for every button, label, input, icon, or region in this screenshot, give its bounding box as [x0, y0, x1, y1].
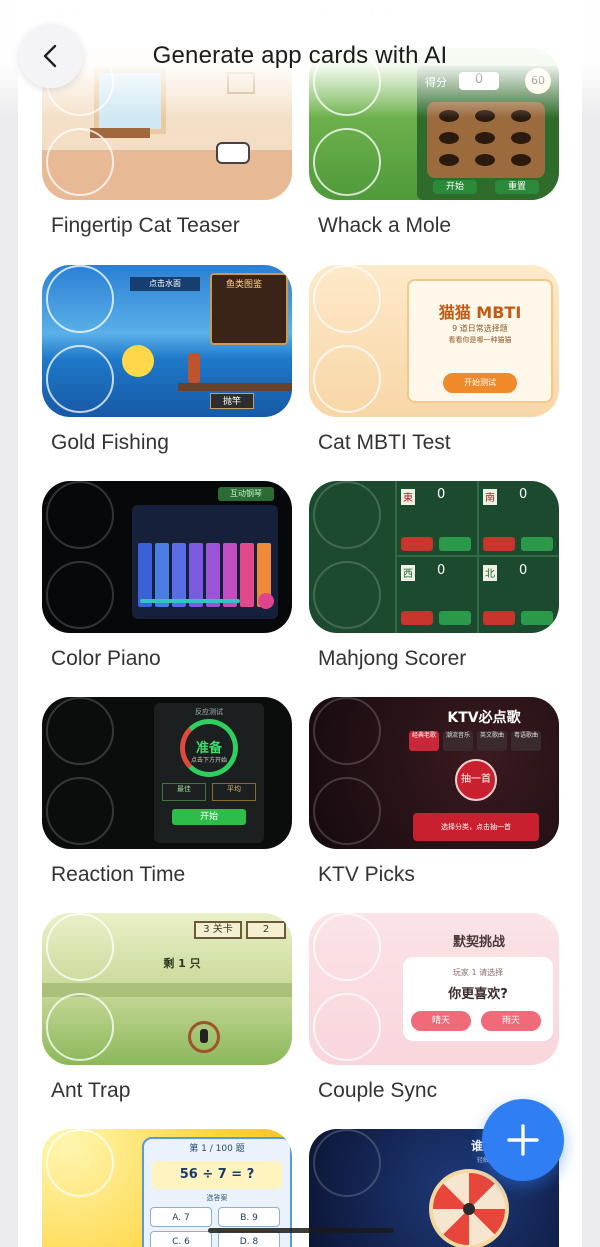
ant-trap-thumbnail: 3 关卡 2 剩 1 只	[42, 913, 292, 1065]
add-app-card-button[interactable]	[482, 1099, 564, 1181]
app-card-couple-sync[interactable]: 默契挑战 玩家 1 请选择 你更喜欢? 晴天 雨天 Couple Sync	[309, 913, 559, 1102]
app-card-reaction-time[interactable]: 反应测试 准备 点击下方开始 最佳 平均 开始 Reaction Time	[42, 697, 292, 886]
whack-a-mole-thumbnail: 得分 0 60 开始 重置	[309, 48, 559, 200]
reaction-time-thumbnail: 反应测试 准备 点击下方开始 最佳 平均 开始	[42, 697, 292, 849]
card-label: Color Piano	[51, 647, 161, 670]
app-card-gold-fishing[interactable]: 点击水面 鱼类图鉴 抛竿 Gold Fishing	[42, 265, 292, 454]
home-indicator	[208, 1228, 394, 1233]
cat-icon	[216, 142, 250, 164]
app-card-cat-teaser[interactable]: Fingertip Cat Teaser	[42, 48, 292, 237]
color-piano-thumbnail: 互动钢琴	[42, 481, 292, 633]
page-title: Generate app cards with AI	[152, 42, 448, 69]
ghost-label-right: Rock Fever	[318, 4, 421, 26]
card-label: Mahjong Scorer	[318, 647, 467, 670]
cat-mbti-thumbnail: 猫猫 MBTI 9 道日常选择题 看看你是哪一种猫猫 开始测试	[309, 265, 559, 417]
card-label: Gold Fishing	[51, 431, 169, 454]
card-label: Reaction Time	[51, 863, 186, 886]
mahjong-scorer-thumbnail: 東 0 南 0 西 0 北 0	[309, 481, 559, 633]
app-card-gallery: Majority Ball Rock Fever Fingertip Cat T…	[18, 0, 582, 1247]
ghost-label-left: Majority Ball	[54, 4, 163, 26]
app-card-cat-mbti[interactable]: 猫猫 MBTI 9 道日常选择题 看看你是哪一种猫猫 开始测试 Cat MBTI…	[309, 265, 559, 454]
card-label: Ant Trap	[51, 1079, 131, 1102]
card-label: Couple Sync	[318, 1079, 438, 1102]
couple-sync-thumbnail: 默契挑战 玩家 1 请选择 你更喜欢? 晴天 雨天	[309, 913, 559, 1065]
plus-icon	[507, 1124, 539, 1156]
ktv-picks-thumbnail: KTV必点歌 经典老歌 潮流音乐 英文歌曲 粤语歌曲 抽一首 选择分类，点击抽一…	[309, 697, 559, 849]
app-card-color-piano[interactable]: 互动钢琴 Color Piano	[42, 481, 292, 670]
card-label: Fingertip Cat Teaser	[51, 214, 240, 237]
app-card-mahjong-scorer[interactable]: 東 0 南 0 西 0 北 0 Mahjong Scorer	[309, 481, 559, 670]
app-card-ktv-picks[interactable]: KTV必点歌 经典老歌 潮流音乐 英文歌曲 粤语歌曲 抽一首 选择分类，点击抽一…	[309, 697, 559, 886]
card-label: Cat MBTI Test	[318, 431, 451, 454]
gold-fishing-thumbnail: 点击水面 鱼类图鉴 抛竿	[42, 265, 292, 417]
app-card-whack-a-mole[interactable]: 得分 0 60 开始 重置 Whack a Mole	[309, 48, 559, 237]
card-label: Whack a Mole	[318, 214, 452, 237]
app-card-ant-trap[interactable]: 3 关卡 2 剩 1 只 Ant Trap	[42, 913, 292, 1102]
card-label: KTV Picks	[318, 863, 415, 886]
cat-teaser-thumbnail	[42, 48, 292, 200]
